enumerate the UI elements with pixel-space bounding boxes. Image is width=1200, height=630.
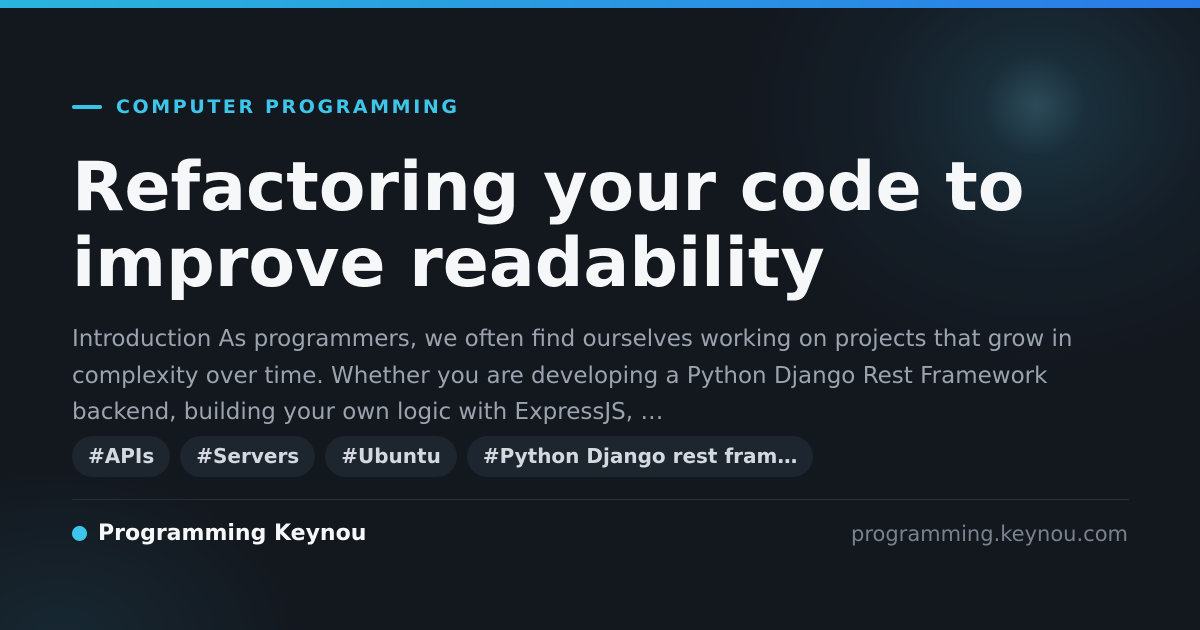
- tag-python-django[interactable]: #Python Django rest fram…: [466, 436, 814, 477]
- site-url[interactable]: programming.keynou.com: [851, 520, 1128, 548]
- article-excerpt: Introduction As programmers, we often fi…: [72, 326, 1073, 425]
- footer-divider: [72, 499, 1129, 500]
- tag-ubuntu[interactable]: #Ubuntu: [325, 436, 457, 477]
- top-accent-bar: [0, 0, 1200, 8]
- tag-list: #APIs #Servers #Ubuntu #Python Django re…: [72, 436, 814, 477]
- category-label: COMPUTER PROGRAMMING: [116, 96, 460, 118]
- dash-line-icon: [72, 105, 102, 109]
- site-dot-icon: [72, 525, 87, 541]
- category-header: COMPUTER PROGRAMMING: [72, 95, 460, 119]
- site-brand: Programming Keynou: [72, 518, 366, 548]
- background-glow: [985, 55, 1085, 155]
- site-name: Programming Keynou: [98, 520, 367, 546]
- tag-servers[interactable]: #Servers: [180, 436, 316, 477]
- share-card: COMPUTER PROGRAMMING Refactoring your co…: [0, 0, 1200, 630]
- tag-apis[interactable]: #APIs: [72, 436, 171, 477]
- article-title: Refactoring your code to improve readabi…: [72, 148, 1025, 303]
